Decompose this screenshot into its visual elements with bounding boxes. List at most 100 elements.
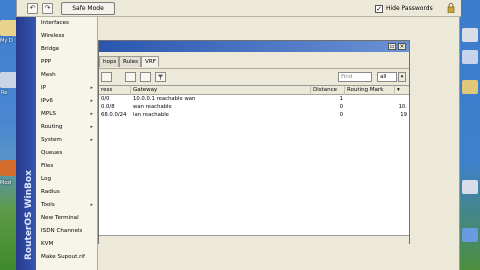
submenu-arrow-icon: ▸: [90, 111, 93, 117]
menu-item-new-terminal[interactable]: New Terminal: [36, 212, 98, 225]
route-toolbar: Find all ▾: [99, 68, 409, 84]
column-header-routing-mark[interactable]: Routing Mark: [345, 86, 395, 95]
menu-item-ipv6[interactable]: IPv6 ▸: [36, 95, 98, 108]
winbox-brand-bar: RouterOS WinBox: [16, 17, 36, 270]
main-toolbar: ↶ ↷ Safe Mode ✓ Hide Passwords: [17, 0, 461, 17]
undo-icon[interactable]: ↶: [27, 3, 38, 14]
menu-item-wireless[interactable]: Wireless: [36, 30, 98, 43]
menu-item-label: KVM: [41, 241, 54, 247]
paste-icon[interactable]: [140, 72, 151, 82]
menu-item-ppp[interactable]: PPP: [36, 56, 98, 69]
desktop-icon-right-3[interactable]: [462, 80, 478, 94]
route-tabs: hops Rules VRF: [99, 56, 409, 67]
desktop-label-mozilla: Mozi: [0, 180, 12, 186]
menu-item-bridge[interactable]: Bridge: [36, 43, 98, 56]
cell-address: 0/0: [101, 96, 110, 102]
menu-item-label: Log: [41, 176, 51, 182]
safe-mode-button[interactable]: Safe Mode: [61, 2, 115, 15]
desktop-icon-right-5[interactable]: [462, 228, 478, 242]
cell-gateway: lan reachable: [133, 112, 169, 118]
menu-item-label: MPLS: [41, 111, 56, 117]
menu-item-label: Files: [41, 163, 54, 169]
menu-item-label: Mesh: [41, 72, 56, 78]
find-input[interactable]: Find: [338, 72, 372, 82]
menu-item-label: PPP: [41, 59, 52, 65]
menu-item-isdn-channels[interactable]: ISDN Channels: [36, 225, 98, 238]
menu-item-label: IPv6: [41, 98, 53, 104]
table-row[interactable]: 68.0.0/24 lan reachable 0 19: [99, 111, 409, 119]
column-header-distance[interactable]: Distance: [311, 86, 345, 95]
menu-item-system[interactable]: System ▸: [36, 134, 98, 147]
menu-item-label: Routing: [41, 124, 63, 130]
menu-item-label: IP: [41, 85, 47, 91]
cell-distance: 1: [339, 96, 343, 102]
lock-icon: [447, 3, 455, 13]
menu-item-files[interactable]: Files: [36, 160, 98, 173]
menu-item-tools[interactable]: Tools ▸: [36, 199, 98, 212]
cell-routing-mark: 19: [400, 112, 407, 118]
menu-item-interfaces[interactable]: Interfaces: [36, 17, 98, 30]
menu-item-label: Wireless: [41, 33, 65, 39]
route-table-header: ress Gateway Distance Routing Mark ▾: [99, 86, 409, 95]
menu-item-make-supout-rif[interactable]: Make Supout.rif: [36, 251, 98, 264]
close-icon[interactable]: ×: [398, 43, 406, 50]
menu-item-label: Queues: [41, 150, 63, 156]
column-menu-icon[interactable]: ▾: [395, 86, 409, 95]
cell-address: 68.0.0/24: [101, 112, 127, 118]
menu-item-queues[interactable]: Queues: [36, 147, 98, 160]
menu-item-routing[interactable]: Routing ▸: [36, 121, 98, 134]
filter-icon[interactable]: [155, 72, 166, 82]
copy-icon[interactable]: [125, 72, 136, 82]
column-header-address[interactable]: ress: [99, 86, 131, 95]
route-window-titlebar[interactable]: ▫ ×: [99, 41, 409, 52]
route-status-bar: [99, 235, 409, 244]
filter-select[interactable]: all: [377, 72, 397, 82]
table-row[interactable]: 0/0 10.0.0.1 reachable wan 1: [99, 95, 409, 103]
menu-item-mesh[interactable]: Mesh: [36, 69, 98, 82]
cell-routing-mark: 10.: [398, 104, 407, 110]
menu-item-mpls[interactable]: MPLS ▸: [36, 108, 98, 121]
menu-item-label: ISDN Channels: [41, 228, 83, 234]
hide-passwords-checkbox[interactable]: ✓: [375, 4, 383, 13]
route-list-window: ▫ × hops Rules VRF Find all ▾ ress Gatew…: [98, 40, 410, 244]
desktop-label-mydocs: My D: [0, 38, 13, 44]
table-row[interactable]: 0.0/8 wan reachable 0 10.: [99, 103, 409, 111]
tab-nexthops[interactable]: hops: [99, 56, 119, 67]
menu-item-label: Tools: [41, 202, 55, 208]
route-table: ress Gateway Distance Routing Mark ▾ 0/0…: [99, 85, 409, 235]
menu-item-label: Bridge: [41, 46, 60, 52]
submenu-arrow-icon: ▸: [90, 137, 93, 143]
menu-item-label: Make Supout.rif: [41, 254, 85, 260]
hide-passwords-toggle[interactable]: ✓ Hide Passwords: [375, 3, 433, 14]
redo-icon[interactable]: ↷: [42, 3, 53, 14]
column-header-gateway[interactable]: Gateway: [131, 86, 311, 95]
desktop-icon-right-1[interactable]: [462, 28, 478, 42]
chevron-down-icon[interactable]: ▾: [398, 72, 406, 82]
submenu-arrow-icon: ▸: [90, 85, 93, 91]
menu-item-ip[interactable]: IP ▸: [36, 82, 98, 95]
menu-item-label: Radius: [41, 189, 60, 195]
menu-item-label: New Terminal: [41, 215, 79, 221]
menu-item-label: Interfaces: [41, 20, 69, 26]
remove-icon[interactable]: [101, 72, 112, 82]
desktop-icon-right-4[interactable]: [462, 180, 478, 194]
tab-vrf[interactable]: VRF: [141, 56, 159, 67]
desktop-label-recycle: Re: [1, 90, 8, 96]
maximize-icon[interactable]: ▫: [388, 43, 396, 50]
desktop-icon-right-2[interactable]: [462, 50, 478, 64]
right-desktop-area: [460, 0, 480, 270]
menu-item-kvm[interactable]: KVM: [36, 238, 98, 251]
menu-item-label: System: [41, 137, 62, 143]
main-menu: Interfaces Wireless Bridge PPP Mesh IP ▸ IPv6 ▸ M…: [36, 17, 98, 270]
menu-item-log[interactable]: Log: [36, 173, 98, 186]
cell-gateway: wan reachable: [133, 104, 172, 110]
menu-item-radius[interactable]: Radius: [36, 186, 98, 199]
brand-text: RouterOS WinBox: [24, 170, 34, 260]
submenu-arrow-icon: ▸: [90, 124, 93, 130]
cell-routing-mark: [345, 95, 409, 103]
submenu-arrow-icon: ▸: [90, 98, 93, 104]
tab-rules[interactable]: Rules: [119, 56, 141, 67]
cell-distance: 0: [339, 104, 343, 110]
hide-passwords-label: Hide Passwords: [386, 5, 433, 12]
cell-gateway: 10.0.0.1 reachable wan: [133, 96, 196, 102]
